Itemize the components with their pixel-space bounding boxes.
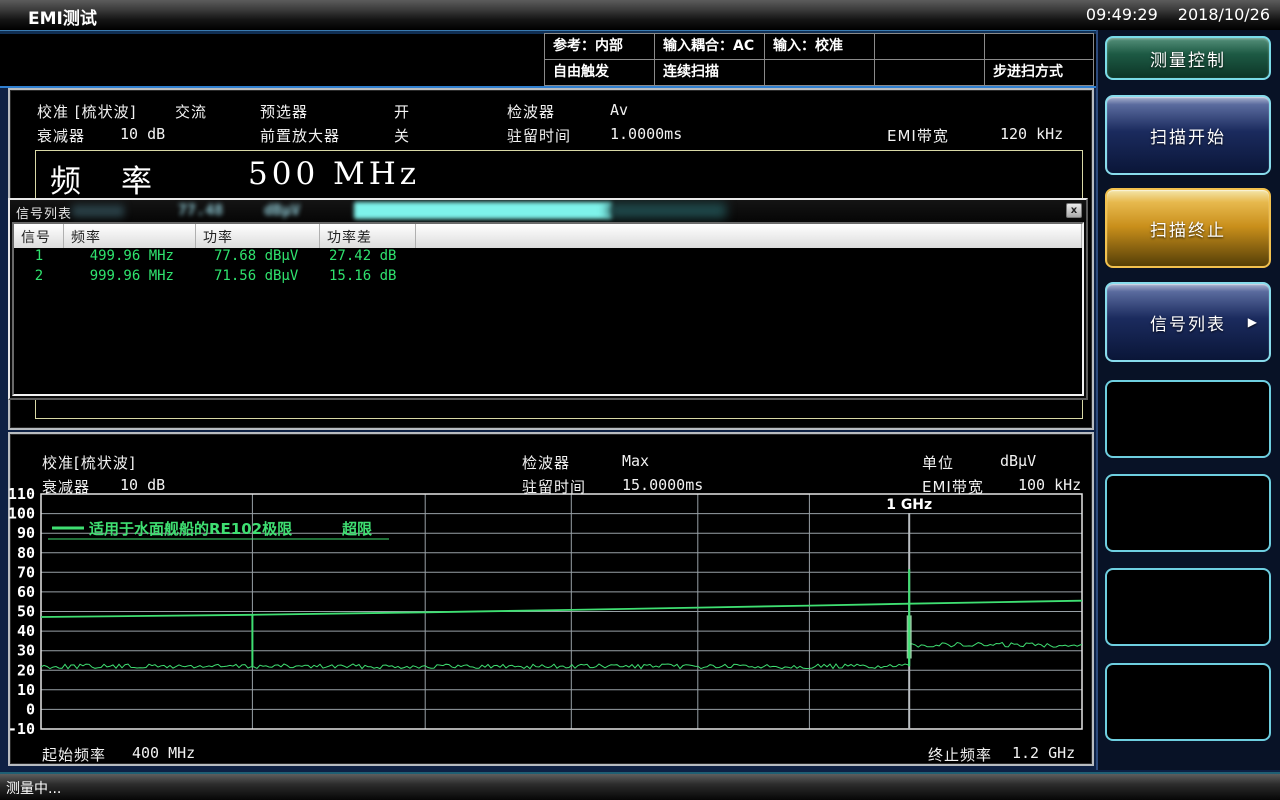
lower-detector-value: Max [622,452,649,470]
col-header-power-diff: 功率差 [320,224,416,248]
status-empty-1 [874,33,985,60]
signal-table-row[interactable]: 1 499.96 MHz 77.68 dBμV 27.42 dB [14,248,1082,268]
clock: 09:49:29 2018/10/26 [1086,5,1270,24]
status-trigger: 自由触发 [544,59,655,86]
submenu-arrow-icon: ▶ [1248,315,1259,329]
svg-text:110: 110 [8,485,35,503]
upper-coupling-value: 交流 [175,101,207,122]
svg-text:-10: -10 [8,720,35,738]
svg-text:0: 0 [26,700,35,718]
signal-power-diff: 15.16 dB [320,268,416,288]
upper-detector-value: Av [610,101,628,119]
clock-date: 2018/10/26 [1178,5,1270,24]
signal-window-title: 信号列表 [16,203,72,222]
status-empty-4 [874,59,985,86]
svg-text:70: 70 [17,563,35,581]
blurred-background-blob [72,205,124,217]
signal-window-titlebar[interactable]: 信号列表 77.48 dBμV x [10,200,1086,222]
scan-stop-button[interactable]: 扫描终止 [1105,188,1271,268]
signal-list-button-label: 信号列表 [1150,310,1226,335]
lower-cal-label: 校准[梳状波] [42,452,136,473]
lower-unit-label: 单位 [922,452,954,473]
progress-bar-blurred [354,202,612,219]
col-header-power: 功率 [196,224,320,248]
app-title: EMI测试 [28,4,97,29]
svg-text:80: 80 [17,544,35,562]
softkey-empty-3[interactable] [1105,568,1271,646]
blurred-unit-fragment: dBμV [264,201,300,219]
status-bar: 测量中... [0,772,1280,800]
status-empty-3 [764,59,875,86]
clock-time: 09:49:29 [1086,5,1158,24]
status-step-scan-mode: 步进扫方式 [984,59,1094,86]
signal-freq: 999.96 MHz [64,268,196,288]
svg-text:1 GHz: 1 GHz [886,497,932,513]
upper-attenuator-label: 衰减器 [37,125,85,146]
signal-list-button[interactable]: 信号列表 ▶ [1105,282,1271,362]
upper-attenuator-value: 10 dB [120,125,165,143]
frequency-label: 频率 [50,156,192,201]
signal-freq: 499.96 MHz [64,248,196,268]
svg-text:20: 20 [17,661,35,679]
lower-detector-label: 检波器 [522,452,570,473]
svg-text:60: 60 [17,583,35,601]
menu-header-measure-control[interactable]: 测量控制 [1105,36,1271,80]
signal-id: 1 [14,248,64,268]
upper-emi-bw-value: 120 kHz [1000,125,1063,143]
lower-unit-value: dBμV [1000,452,1036,470]
status-message: 测量中... [6,778,61,798]
blurred-value-fragment: 77.48 [178,201,223,219]
signal-id: 2 [14,268,64,288]
status-input: 输入：校准 [764,33,875,60]
emi-spectrum-chart: 1101009080706050403020100-101 GHz适用于水面舰船… [5,485,1090,747]
svg-text:10: 10 [17,681,35,699]
scan-start-button[interactable]: 扫描开始 [1105,95,1271,175]
signal-power: 77.68 dBμV [196,248,320,268]
upper-cal-label: 校准 [梳状波] [37,101,136,122]
upper-dwell-value: 1.0000ms [610,125,682,143]
frequency-value: 500 MHz [248,156,420,192]
signal-table-row[interactable]: 2 999.96 MHz 71.56 dBμV 15.16 dB [14,268,1082,288]
emi-receiver-screen: EMI测试 09:49:29 2018/10/26 参考：内部 输入耦合：AC … [0,0,1280,800]
status-empty-2 [984,33,1094,60]
status-reference: 参考：内部 [544,33,655,60]
svg-text:90: 90 [17,524,35,542]
status-sweep-mode: 连续扫描 [654,59,765,86]
stop-frequency-label: 终止频率 [928,744,992,765]
softkey-empty-4[interactable] [1105,663,1271,741]
status-table: 参考：内部 输入耦合：AC 输入：校准 自由触发 连续扫描 步进扫方式 [545,34,1094,86]
instrument-status-zone: 参考：内部 输入耦合：AC 输入：校准 自由触发 连续扫描 步进扫方式 [0,34,1096,88]
signal-table-frame: 信号 频率 功率 功率差 1 499.96 MHz 77.68 dBμV 27.… [12,222,1084,396]
signal-power: 71.56 dBμV [196,268,320,288]
upper-preselector-value: 开 [394,101,410,122]
window-titlebar: EMI测试 09:49:29 2018/10/26 [0,0,1280,30]
upper-preamp-value: 关 [394,125,410,146]
svg-text:30: 30 [17,642,35,660]
svg-text:适用于水面舰船的RE102极限: 适用于水面舰船的RE102极限 [89,520,292,538]
col-header-filler [416,224,1082,248]
chart-area: 1101009080706050403020100-101 GHz适用于水面舰船… [5,485,1090,747]
svg-text:40: 40 [17,622,35,640]
col-header-frequency: 频率 [64,224,196,248]
softkey-empty-2[interactable] [1105,474,1271,552]
progress-bar-tail [608,203,726,218]
signal-list-window: 信号列表 77.48 dBμV x 信号 频率 功率 功率差 1 499.96 … [8,198,1088,400]
svg-text:超限: 超限 [341,520,372,538]
upper-emi-bw-label: EMI带宽 [887,125,949,146]
signal-power-diff: 27.42 dB [320,248,416,268]
signal-table-header: 信号 频率 功率 功率差 [14,224,1082,248]
upper-dwell-label: 驻留时间 [507,125,571,146]
close-icon[interactable]: x [1066,203,1082,218]
upper-preselector-label: 预选器 [260,101,308,122]
upper-detector-label: 检波器 [507,101,555,122]
col-header-signal: 信号 [14,224,64,248]
status-input-coupling: 输入耦合：AC [654,33,765,60]
svg-text:100: 100 [8,505,35,523]
softkey-empty-1[interactable] [1105,380,1271,458]
upper-preamp-label: 前置放大器 [260,125,340,146]
start-frequency-label: 起始频率 [42,744,106,765]
softkey-sidebar: 测量控制 扫描开始 扫描终止 信号列表 ▶ [1096,30,1280,770]
svg-text:50: 50 [17,603,35,621]
